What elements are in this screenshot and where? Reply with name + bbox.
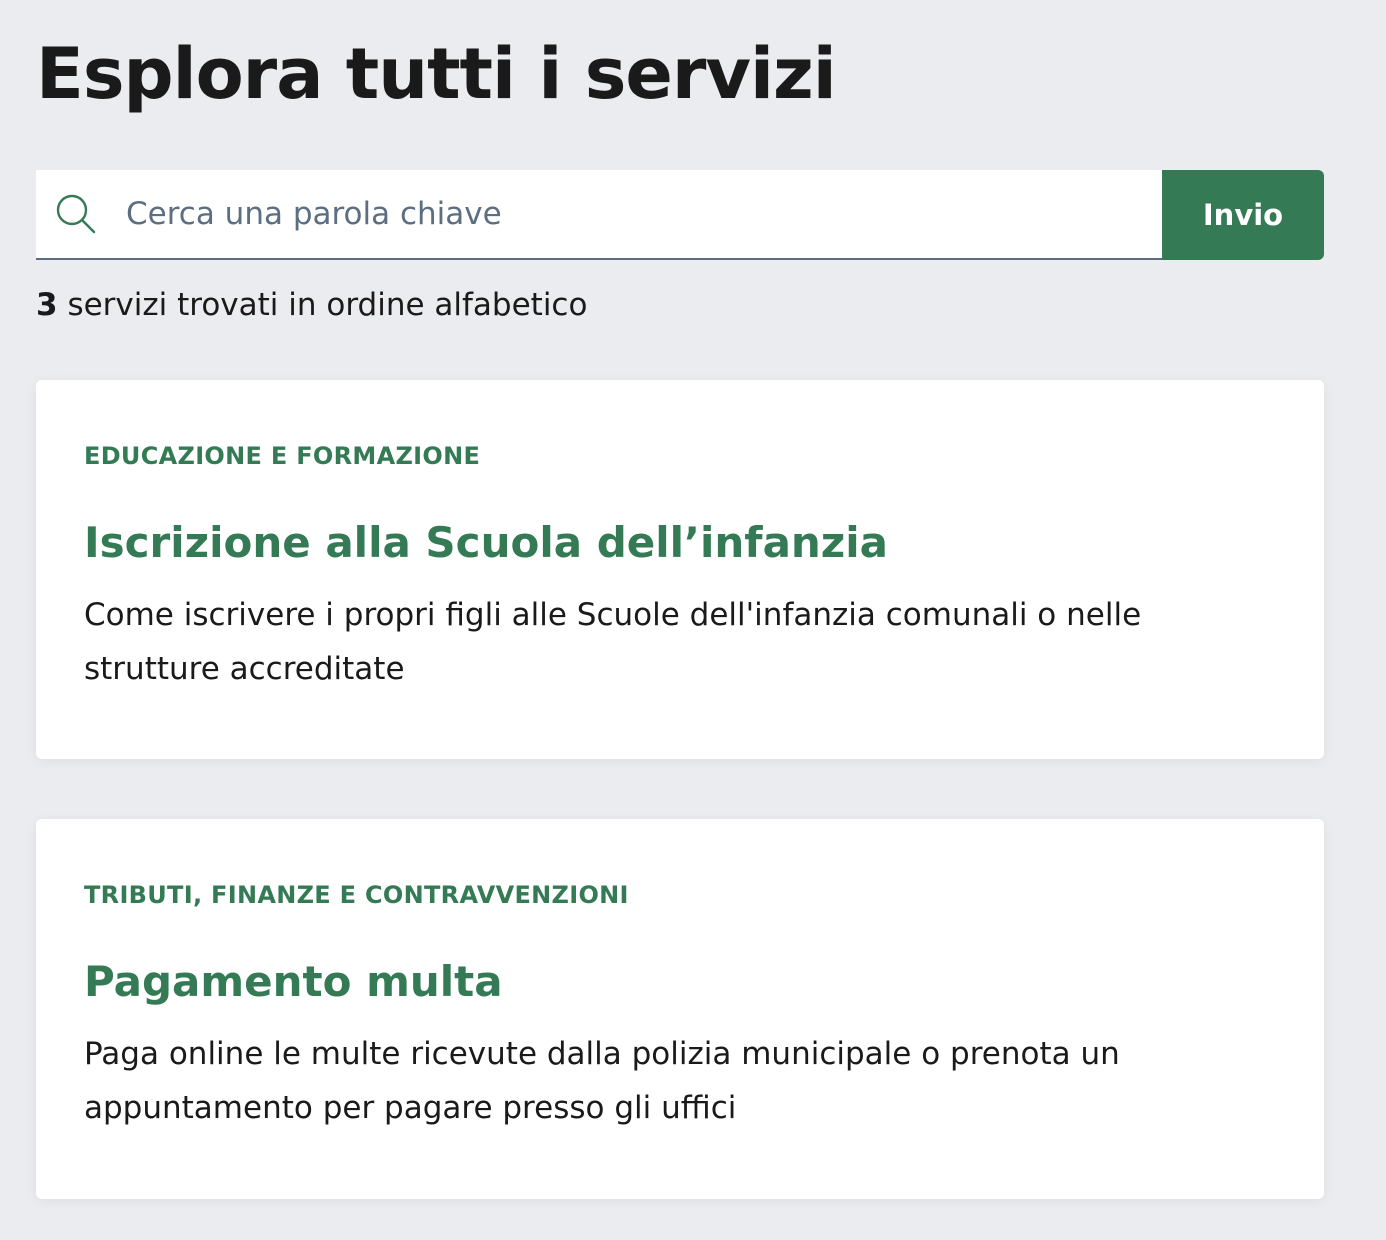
service-card: TRIBUTI, FINANZE E CONTRAVVENZIONI Pagam… bbox=[36, 819, 1324, 1199]
services-page: Esplora tutti i servizi Invio 3 servizi … bbox=[0, 0, 1386, 1240]
page-title: Esplora tutti i servizi bbox=[36, 33, 837, 115]
service-title-link[interactable]: Pagamento multa bbox=[84, 951, 503, 1013]
service-description: Paga online le multe ricevute dalla poli… bbox=[84, 1036, 1120, 1126]
service-category-link[interactable]: TRIBUTI, FINANZE E CONTRAVVENZIONI bbox=[84, 881, 629, 909]
service-category-link[interactable]: EDUCAZIONE E FORMAZIONE bbox=[84, 442, 480, 470]
results-count-label: servizi trovati in ordine alfabetico bbox=[67, 287, 588, 323]
search-submit-button[interactable]: Invio bbox=[1162, 170, 1324, 260]
search-form: Invio bbox=[36, 170, 1324, 260]
search-input[interactable] bbox=[126, 184, 1162, 244]
search-field bbox=[36, 170, 1162, 260]
service-card: EDUCAZIONE E FORMAZIONE Iscrizione alla … bbox=[36, 380, 1324, 759]
service-description: Come iscrivere i propri figli alle Scuol… bbox=[84, 597, 1142, 687]
service-title-link[interactable]: Iscrizione alla Scuola dell’infanzia bbox=[84, 512, 888, 574]
results-count-number: 3 bbox=[36, 287, 58, 323]
search-icon bbox=[54, 192, 98, 236]
results-count: 3 servizi trovati in ordine alfabetico bbox=[36, 284, 587, 326]
